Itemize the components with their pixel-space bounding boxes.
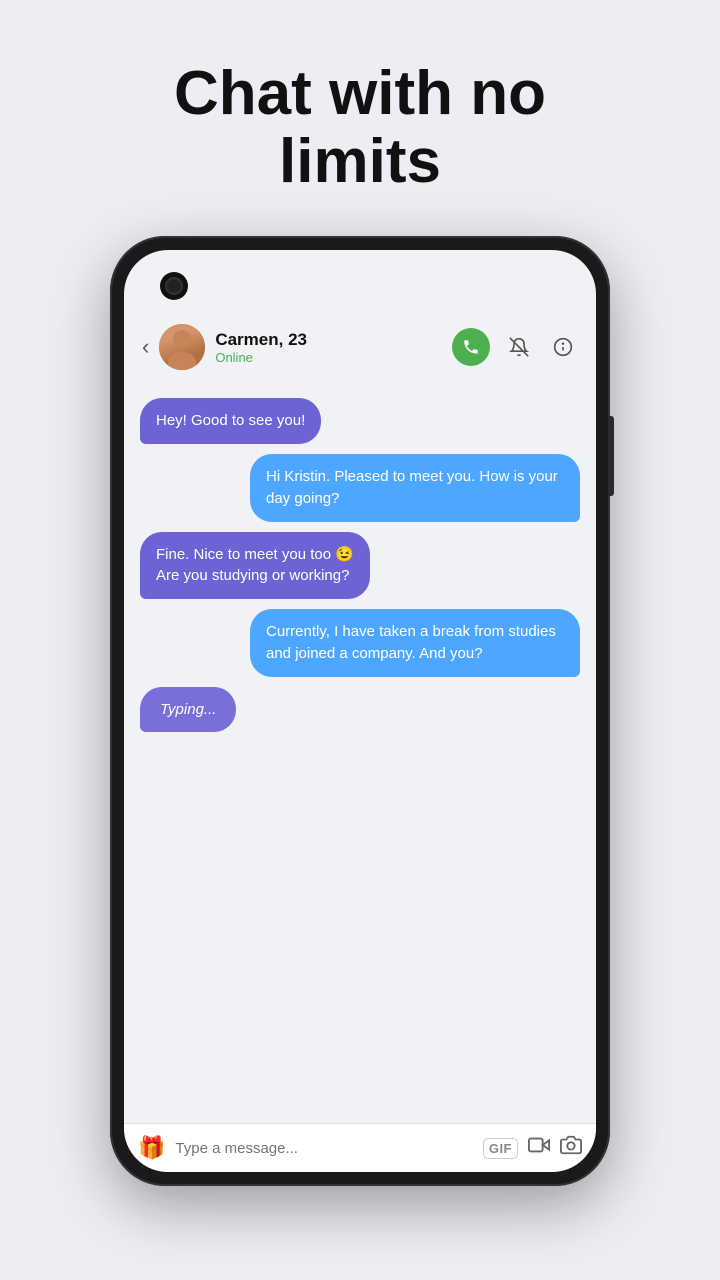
message-4: Currently, I have taken a break from stu… [250, 609, 580, 677]
contact-name: Carmen, 23 [215, 330, 452, 350]
phone-frame: ‹ Carmen, 23 Online [110, 236, 610, 1186]
contact-info: Carmen, 23 Online [215, 330, 452, 365]
chat-header: ‹ Carmen, 23 Online [124, 312, 596, 382]
camera-hole [160, 272, 188, 300]
avatar [159, 324, 205, 370]
message-2: Hi Kristin. Pleased to meet you. How is … [250, 454, 580, 522]
video-icon[interactable] [528, 1134, 550, 1162]
typing-indicator: Typing... [140, 687, 236, 733]
contact-status: Online [215, 350, 452, 365]
phone-screen: ‹ Carmen, 23 Online [124, 250, 596, 1172]
chat-messages: Hey! Good to see you! Hi Kristin. Please… [124, 382, 596, 1123]
page-title: Chat with no limits [114, 0, 606, 236]
mute-button[interactable] [504, 332, 534, 362]
message-input[interactable] [175, 1140, 472, 1157]
gif-button[interactable]: GIF [483, 1138, 518, 1159]
header-actions [452, 328, 578, 366]
message-1: Hey! Good to see you! [140, 398, 321, 444]
chat-input-bar: 🎁 GIF [124, 1123, 596, 1172]
message-3: Fine. Nice to meet you too 😉Are you stud… [140, 532, 370, 600]
call-button[interactable] [452, 328, 490, 366]
info-button[interactable] [548, 332, 578, 362]
phone-mockup: ‹ Carmen, 23 Online [110, 236, 610, 1186]
back-button[interactable]: ‹ [142, 334, 149, 360]
camera-icon[interactable] [560, 1134, 582, 1162]
gift-icon[interactable]: 🎁 [138, 1135, 165, 1161]
